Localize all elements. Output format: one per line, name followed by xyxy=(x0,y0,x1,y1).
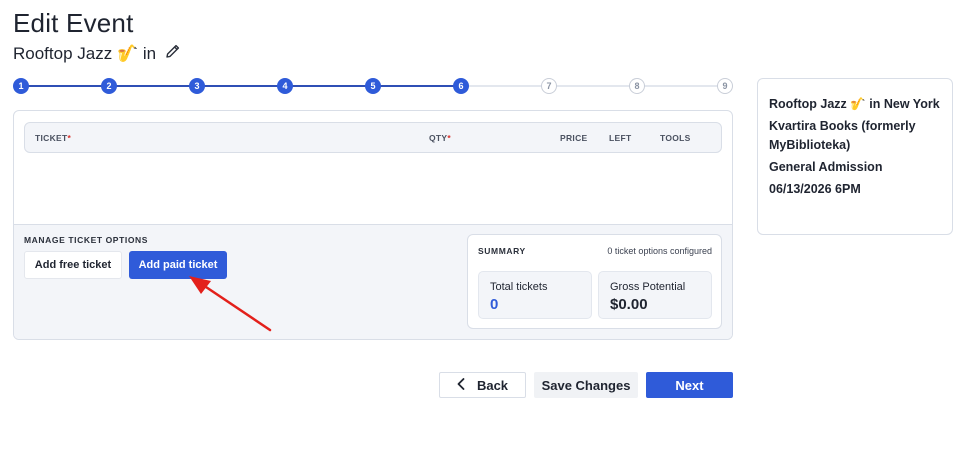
save-changes-button[interactable]: Save Changes xyxy=(534,372,638,398)
column-qty: QTY* xyxy=(429,133,451,143)
manage-options-label: MANAGE TICKET OPTIONS xyxy=(24,235,149,245)
step-5[interactable]: 5 xyxy=(365,78,381,94)
gross-potential-value: $0.00 xyxy=(610,296,648,313)
pencil-icon[interactable] xyxy=(164,43,181,65)
step-9[interactable]: 9 xyxy=(717,78,733,94)
required-marker: * xyxy=(67,133,72,143)
total-tickets-label: Total tickets xyxy=(490,281,548,293)
chevron-left-icon xyxy=(457,377,465,393)
tickets-panel: TICKET* QTY* PRICE LEFT TOOLS MANAGE TIC… xyxy=(13,110,733,340)
step-7[interactable]: 7 xyxy=(541,78,557,94)
column-price: PRICE xyxy=(560,133,588,143)
event-summary-card: Rooftop Jazz 🎷 in New York Kvartira Book… xyxy=(757,78,953,235)
stepper-remaining-line xyxy=(461,85,725,87)
back-label: Back xyxy=(476,377,509,393)
stepper-progress-line xyxy=(21,85,461,87)
ticket-options-count: 0 ticket options configured xyxy=(607,246,712,256)
step-8[interactable]: 8 xyxy=(629,78,645,94)
event-ticket-type: General Admission xyxy=(769,160,883,174)
page-title: Edit Event xyxy=(13,8,134,38)
step-2[interactable]: 2 xyxy=(101,78,117,94)
event-title-location: Rooftop Jazz 🎷 in New York xyxy=(769,97,940,111)
summary-card: SUMMARY 0 ticket options configured Tota… xyxy=(467,234,722,329)
summary-title: SUMMARY xyxy=(478,246,526,256)
gross-potential-stat: Gross Potential $0.00 xyxy=(598,271,712,319)
step-3[interactable]: 3 xyxy=(189,78,205,94)
event-subtitle: Rooftop Jazz 🎷 in xyxy=(13,43,181,65)
column-left: LEFT xyxy=(609,133,632,143)
event-venue: Kvartira Books (formerly MyBiblioteka) xyxy=(769,119,916,152)
gross-potential-label: Gross Potential xyxy=(610,281,686,293)
total-tickets-stat: Total tickets 0 xyxy=(478,271,592,319)
required-marker: * xyxy=(447,133,451,143)
add-free-ticket-button[interactable]: Add free ticket xyxy=(24,251,122,279)
back-button[interactable]: Back xyxy=(439,372,526,398)
column-tools: TOOLS xyxy=(660,133,691,143)
add-paid-ticket-button[interactable]: Add paid ticket xyxy=(129,251,227,279)
step-4[interactable]: 4 xyxy=(277,78,293,94)
total-tickets-value: 0 xyxy=(490,296,499,313)
tickets-table-header: TICKET* QTY* PRICE LEFT TOOLS xyxy=(24,122,722,153)
step-1[interactable]: 1 xyxy=(13,78,29,94)
event-datetime: 06/13/2026 6PM xyxy=(769,182,861,196)
next-button[interactable]: Next xyxy=(646,372,733,398)
column-ticket: TICKET* xyxy=(35,133,72,143)
progress-stepper: 1 2 3 4 5 6 7 8 9 xyxy=(13,78,733,94)
step-6-current[interactable]: 6 xyxy=(453,78,469,94)
event-name: Rooftop Jazz 🎷 in xyxy=(13,44,157,63)
manage-ticket-options: MANAGE TICKET OPTIONS Add free ticket Ad… xyxy=(14,224,732,339)
